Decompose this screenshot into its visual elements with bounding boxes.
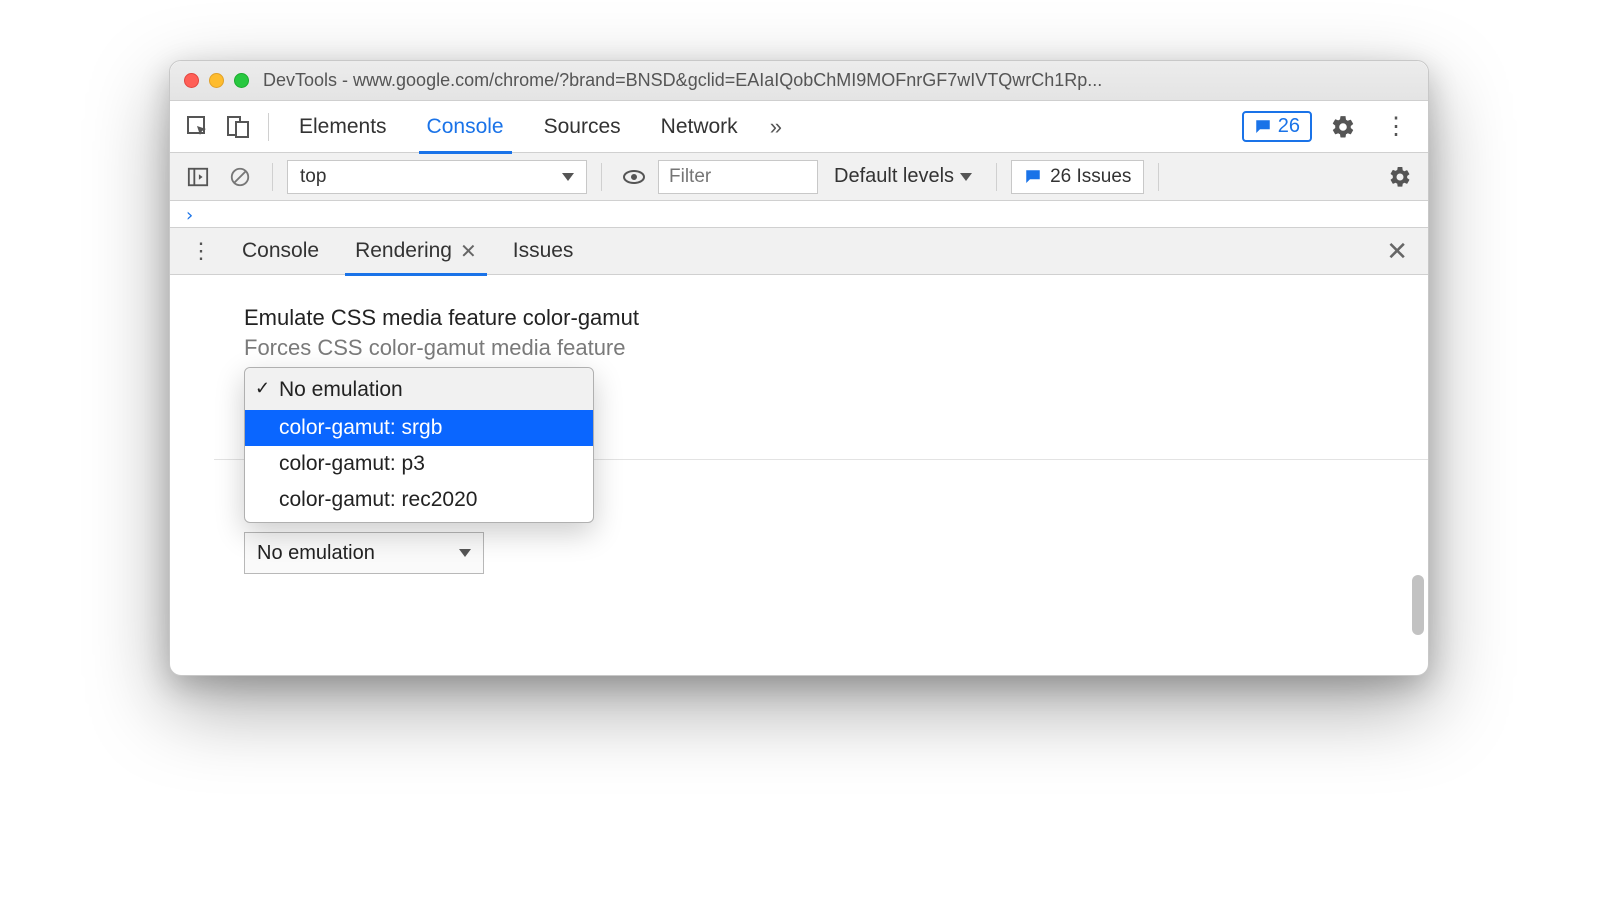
divider xyxy=(272,163,273,191)
clear-console-icon[interactable] xyxy=(222,159,258,195)
settings-icon[interactable] xyxy=(1316,114,1370,140)
rendering-panel: Emulate CSS media feature color-gamut Fo… xyxy=(170,275,1428,675)
drawer-tab-rendering[interactable]: Rendering ✕ xyxy=(339,227,493,275)
close-drawer-icon[interactable]: ✕ xyxy=(1376,236,1418,267)
chevron-down-icon xyxy=(562,173,574,181)
live-expression-icon[interactable] xyxy=(616,159,652,195)
divider xyxy=(601,163,602,191)
divider xyxy=(1158,163,1159,191)
option-p3[interactable]: color-gamut: p3 xyxy=(245,446,593,482)
issues-button[interactable]: 26 Issues xyxy=(1011,160,1144,194)
levels-label: Default levels xyxy=(834,165,954,188)
close-window-button[interactable] xyxy=(184,73,199,88)
context-select[interactable]: top xyxy=(287,160,587,194)
tab-console[interactable]: Console xyxy=(409,101,522,153)
console-settings-icon[interactable] xyxy=(1382,165,1418,189)
drawer-tab-label: Rendering xyxy=(355,239,452,263)
devtools-window: DevTools - www.google.com/chrome/?brand=… xyxy=(169,60,1429,676)
message-icon xyxy=(1024,168,1042,186)
close-tab-icon[interactable]: ✕ xyxy=(460,239,477,264)
traffic-lights xyxy=(184,73,249,88)
inspect-icon[interactable] xyxy=(180,109,216,145)
issues-badge[interactable]: 26 xyxy=(1242,111,1312,142)
tab-sources[interactable]: Sources xyxy=(526,101,639,153)
tab-network[interactable]: Network xyxy=(643,101,756,153)
drawer-menu-icon[interactable]: ⋮ xyxy=(180,238,222,264)
divider xyxy=(996,163,997,191)
drawer-tab-console[interactable]: Console xyxy=(226,227,335,275)
setting-title: Emulate CSS media feature color-gamut xyxy=(244,305,1428,331)
select-value: No emulation xyxy=(257,542,375,565)
message-icon xyxy=(1254,118,1272,136)
console-toolbar: top Default levels 26 Issues xyxy=(170,153,1428,201)
minimize-window-button[interactable] xyxy=(209,73,224,88)
filter-input[interactable] xyxy=(658,160,818,194)
scrollbar-thumb[interactable] xyxy=(1412,575,1424,635)
more-tabs-icon[interactable]: » xyxy=(760,114,792,140)
main-tab-strip: Elements Console Sources Network » 26 ⋮ xyxy=(170,101,1428,153)
device-toggle-icon[interactable] xyxy=(220,109,256,145)
context-value: top xyxy=(300,166,326,188)
option-no-emulation[interactable]: No emulation xyxy=(245,368,593,410)
kebab-menu-icon[interactable]: ⋮ xyxy=(1374,112,1418,141)
option-srgb[interactable]: color-gamut: srgb xyxy=(245,410,593,446)
chevron-down-icon xyxy=(960,173,972,181)
vision-deficiency-select[interactable]: No emulation xyxy=(244,532,484,574)
option-rec2020[interactable]: color-gamut: rec2020 xyxy=(245,482,593,518)
titlebar: DevTools - www.google.com/chrome/?brand=… xyxy=(170,61,1428,101)
issues-label: 26 Issues xyxy=(1050,166,1131,188)
window-title: DevTools - www.google.com/chrome/?brand=… xyxy=(263,70,1414,91)
chevron-down-icon xyxy=(459,549,471,557)
divider xyxy=(268,113,269,141)
drawer-tab-issues[interactable]: Issues xyxy=(497,227,590,275)
drawer-tab-strip: ⋮ Console Rendering ✕ Issues ✕ xyxy=(170,227,1428,275)
console-prompt[interactable]: › xyxy=(170,201,1428,227)
color-gamut-dropdown: No emulation color-gamut: srgb color-gam… xyxy=(244,367,594,523)
log-levels-select[interactable]: Default levels xyxy=(824,165,982,188)
sidebar-toggle-icon[interactable] xyxy=(180,159,216,195)
issues-count: 26 xyxy=(1278,115,1300,138)
setting-subtitle: Forces CSS color-gamut media feature xyxy=(244,335,1428,361)
zoom-window-button[interactable] xyxy=(234,73,249,88)
tab-elements[interactable]: Elements xyxy=(281,101,405,153)
